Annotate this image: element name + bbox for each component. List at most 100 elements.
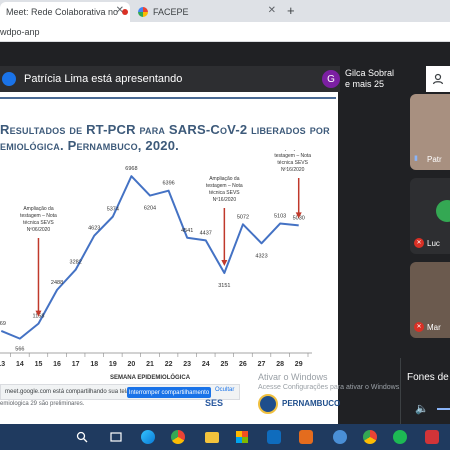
x-tick-label: 16	[53, 361, 61, 368]
share-notice-text: meet.google.com está compartilhando sua …	[5, 389, 132, 395]
chrome-icon[interactable]	[170, 429, 186, 445]
participant-more: e mais 25	[345, 79, 385, 89]
app-icon[interactable]	[332, 429, 348, 445]
hide-button[interactable]: Ocultar	[215, 387, 234, 393]
participant-tile[interactable]: ▮ Patr	[410, 94, 450, 170]
x-tick-label: 24	[202, 361, 210, 368]
pernambuco-logo-text: PERNAMBUCO	[282, 399, 341, 408]
participant-label: ✕ Luc	[410, 238, 440, 248]
x-tick-label: 14	[16, 361, 24, 368]
chrome-icon	[138, 7, 148, 17]
address-text: wdpo-anp	[0, 27, 40, 37]
participant-tile[interactable]: ✕ Mar	[410, 262, 450, 338]
data-label: 3151	[218, 283, 230, 289]
data-label: 6968	[125, 166, 137, 172]
data-label: 566	[15, 347, 24, 353]
tab-facepe-label: FACEPE	[153, 7, 189, 17]
slide-title-rule	[0, 97, 336, 99]
tab-facepe[interactable]: FACEPE ✕	[132, 2, 282, 22]
audio-popup-title: Fones de o	[407, 372, 450, 383]
audio-popup: Fones de o 🔈	[400, 358, 450, 424]
x-tick-label: 13	[0, 361, 5, 368]
data-label: 869	[0, 321, 6, 327]
participant-name: Patr	[427, 154, 442, 164]
x-tick-label: 18	[90, 361, 98, 368]
data-label: 4623	[88, 226, 100, 232]
task-view-icon[interactable]	[108, 429, 124, 445]
people-button[interactable]	[426, 66, 450, 92]
x-tick-label: 26	[239, 361, 247, 368]
presenting-icon	[2, 72, 16, 86]
participant-tile[interactable]: ✕ Luc	[410, 178, 450, 254]
new-tab-button[interactable]: +	[287, 3, 295, 18]
person-icon	[432, 73, 444, 85]
x-tick-label: 22	[165, 361, 173, 368]
tab-meet-label: Meet: Rede Colaborativa no	[6, 7, 119, 17]
annotation-text: técnica SEVS	[23, 220, 54, 226]
store-icon[interactable]	[234, 429, 250, 445]
screen-share-notice: meet.google.com está compartilhando sua …	[0, 384, 240, 400]
annotation-text: Nº16/2020	[213, 197, 237, 203]
windows-activation-title: Ativar o Windows	[258, 372, 328, 382]
org-logo-text: SES	[205, 398, 224, 408]
volume-slider[interactable]	[437, 408, 450, 410]
participant-name: Luc	[427, 238, 440, 248]
data-label: 6204	[144, 206, 156, 212]
line-chart: 13 14 15 16 17 18 19 20 21 22 23 24 25 26 27 28 29 SEMANA…	[0, 150, 312, 380]
data-label: 3282	[70, 260, 82, 266]
audio-level-icon: ▮	[414, 155, 418, 162]
x-tick-label: 25	[220, 361, 228, 368]
participant-label: ▮ Patr	[410, 154, 442, 164]
x-tick-label: 20	[128, 361, 136, 368]
stop-sharing-button[interactable]: Interromper compartilhamento	[127, 387, 211, 398]
browser-tabbar: Meet: Rede Colaborativa no ✕ FACEPE ✕ +	[0, 0, 450, 22]
annotation-text: Ampliação da	[209, 176, 240, 182]
annotation-text: Ampliação da	[278, 150, 309, 152]
x-axis-label: SEMANA EPIDEMIOLÓGICA	[110, 373, 191, 380]
address-bar[interactable]: wdpo-anp	[0, 22, 450, 42]
x-tick-label: 23	[183, 361, 191, 368]
data-label: 4437	[200, 230, 212, 236]
windows-activation-text: Acesse Configurações para ativar o Windo…	[258, 384, 402, 391]
windows-taskbar	[0, 424, 450, 450]
participant-label: ✕ Mar	[410, 322, 441, 332]
slide-footnote: emiologica 29 são preliminares.	[0, 401, 85, 407]
data-label: 6396	[162, 181, 174, 187]
app-icon[interactable]	[424, 429, 440, 445]
presenting-text: Patrícia Lima está apresentando	[24, 73, 183, 85]
x-tick-label: 27	[258, 361, 266, 368]
x-tick-label: 19	[109, 361, 117, 368]
x-tick-label: 17	[72, 361, 80, 368]
participant-name: Mar	[427, 322, 441, 332]
mic-off-icon: ✕	[414, 238, 424, 248]
spotify-icon[interactable]	[392, 429, 408, 445]
mic-off-icon: ✕	[414, 322, 424, 332]
tab-close-icon[interactable]: ✕	[268, 5, 276, 16]
search-icon[interactable]	[74, 429, 90, 445]
x-tick-label: 15	[35, 361, 43, 368]
app-icon[interactable]	[298, 429, 314, 445]
annotation-text: testagem – Nota	[274, 153, 311, 159]
data-label: 5072	[237, 214, 249, 220]
data-label: 4541	[181, 228, 193, 234]
folder-icon[interactable]	[204, 429, 220, 445]
chrome-icon[interactable]	[362, 429, 378, 445]
volume-icon[interactable]: 🔈	[415, 402, 429, 415]
annotation-text: Nº16/2020	[281, 167, 305, 173]
annotation-text: técnica SEVS	[277, 160, 308, 166]
tab-close-icon[interactable]: ✕	[116, 5, 124, 16]
presenter-bar: Patrícia Lima está apresentando	[0, 66, 340, 92]
annotation-text: técnica SEVS	[209, 190, 240, 196]
tab-meet[interactable]: Meet: Rede Colaborativa no ✕	[0, 2, 130, 22]
data-label: 4323	[255, 253, 267, 259]
annotation-text: Nº06/2020	[27, 227, 51, 233]
app-icon[interactable]	[266, 429, 282, 445]
x-tick-label: 21	[146, 361, 154, 368]
data-label: 5374	[107, 207, 119, 213]
annotation-text: Ampliação da	[23, 206, 54, 212]
annotation-text: testagem – Nota	[20, 213, 57, 219]
edge-icon[interactable]	[140, 429, 156, 445]
participant-chip[interactable]: G Gilca Sobral e mais 25	[322, 66, 420, 92]
participant-name: Gilca Sobral	[345, 68, 395, 78]
slide-title-line1: Resultados de RT-PCR para SARS-CoV-2 lib…	[0, 122, 330, 137]
